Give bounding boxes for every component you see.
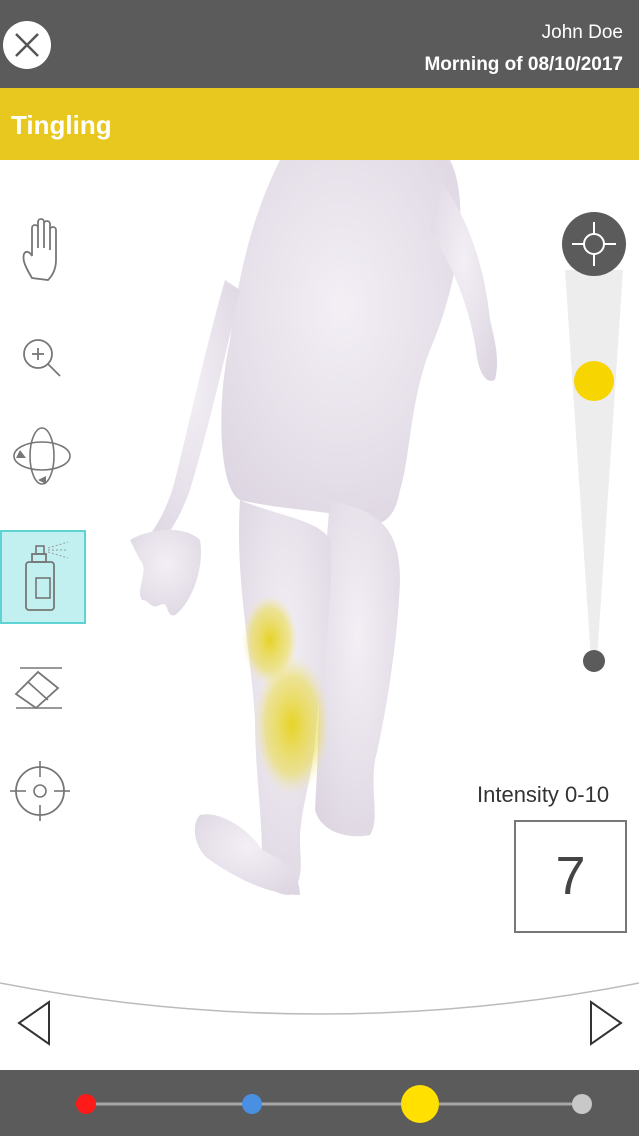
close-icon	[15, 33, 39, 57]
crosshair-icon	[10, 761, 70, 821]
tool-eraser[interactable]	[0, 644, 86, 738]
hand-left[interactable]	[130, 529, 201, 616]
timeline-point[interactable]	[76, 1094, 96, 1114]
tool-spray[interactable]	[0, 530, 86, 624]
next-arrow-icon[interactable]	[588, 1000, 624, 1046]
body-model[interactable]	[0, 160, 639, 1070]
tool-pan[interactable]	[0, 208, 86, 302]
timeline-bar	[0, 1070, 639, 1136]
timeline[interactable]	[0, 1070, 639, 1136]
top-bar: John Doe Morning of 08/10/2017	[0, 0, 639, 88]
intensity-slider[interactable]	[563, 240, 625, 670]
hand-icon	[22, 218, 57, 281]
session-date: Morning of 08/10/2017	[424, 54, 623, 75]
intensity-label: Intensity 0-10	[477, 782, 610, 807]
timeline-point[interactable]	[572, 1094, 592, 1114]
eraser-icon	[14, 667, 62, 710]
tool-center[interactable]	[0, 744, 86, 838]
rotate-icon	[13, 427, 71, 485]
spray-can-icon	[25, 541, 69, 611]
timeline-point[interactable]	[242, 1094, 262, 1114]
intensity-slider-graphic	[565, 270, 623, 660]
intensity-slider-knob[interactable]	[574, 361, 614, 401]
zoom-in-icon	[23, 339, 61, 377]
body-viewport[interactable]	[0, 160, 639, 1070]
symptom-title-bar: Tingling	[0, 88, 639, 160]
tool-rotate[interactable]	[0, 410, 86, 504]
slider-track	[565, 270, 623, 660]
symptom-mark	[254, 655, 330, 795]
slider-crosshair-button[interactable]	[560, 210, 630, 280]
viewport-arc	[0, 982, 639, 1015]
intensity-value[interactable]: 7	[514, 820, 627, 933]
timeline-point-current[interactable]	[401, 1085, 439, 1123]
tool-zoom[interactable]	[0, 310, 86, 404]
symptom-title: Tingling	[11, 110, 112, 140]
torso[interactable]	[221, 160, 461, 524]
previous-arrow-icon[interactable]	[16, 1000, 52, 1046]
user-name: John Doe	[541, 22, 623, 43]
intensity-slider-min-dot	[583, 650, 605, 672]
close-button[interactable]	[3, 21, 51, 69]
